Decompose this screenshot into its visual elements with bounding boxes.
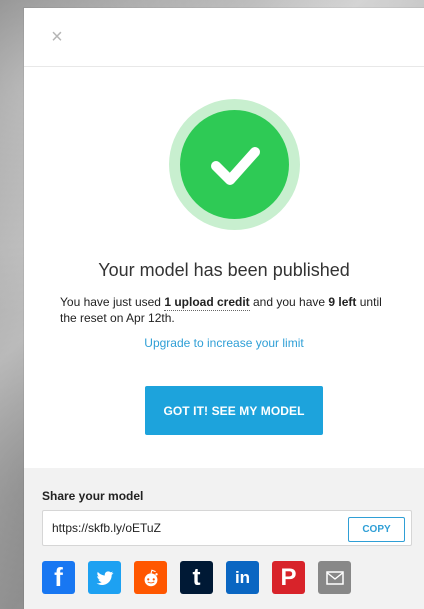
upgrade-link[interactable]: Upgrade to increase your limit	[24, 336, 424, 350]
facebook-icon[interactable]: f	[42, 561, 75, 594]
tumblr-icon[interactable]: t	[180, 561, 213, 594]
close-icon[interactable]: ×	[48, 26, 66, 48]
page-title: Your model has been published	[98, 260, 350, 280]
share-panel: Share your model https://skfb.ly/oETuZ C…	[24, 468, 424, 609]
share-title: Share your model	[42, 489, 144, 503]
pinterest-icon[interactable]: P	[272, 561, 305, 594]
message-middle: and you have	[249, 295, 329, 309]
reddit-icon[interactable]	[134, 561, 167, 594]
share-link-field: https://skfb.ly/oETuZ COPY	[42, 510, 412, 546]
checkmark-icon	[180, 110, 289, 219]
share-url-text[interactable]: https://skfb.ly/oETuZ	[52, 521, 161, 535]
close-glyph: ×	[51, 26, 63, 48]
used-credit-count: 1 upload credit	[164, 295, 250, 311]
publish-success-modal: × Your model has been published You have…	[24, 8, 424, 609]
modal-header: ×	[24, 8, 424, 67]
twitter-icon[interactable]	[88, 561, 121, 594]
credit-message: You have just used 1 upload credit and y…	[60, 294, 400, 326]
success-illustration	[24, 66, 424, 254]
linkedin-icon[interactable]: in	[226, 561, 259, 594]
remaining-credit-count: 9 left	[328, 295, 357, 309]
mail-icon[interactable]	[318, 561, 351, 594]
message-prefix: You have just used	[60, 295, 165, 309]
see-model-button[interactable]: GOT IT! SEE MY MODEL	[145, 386, 323, 435]
social-share-icons: f t in P	[42, 561, 351, 594]
copy-button[interactable]: COPY	[348, 517, 405, 542]
